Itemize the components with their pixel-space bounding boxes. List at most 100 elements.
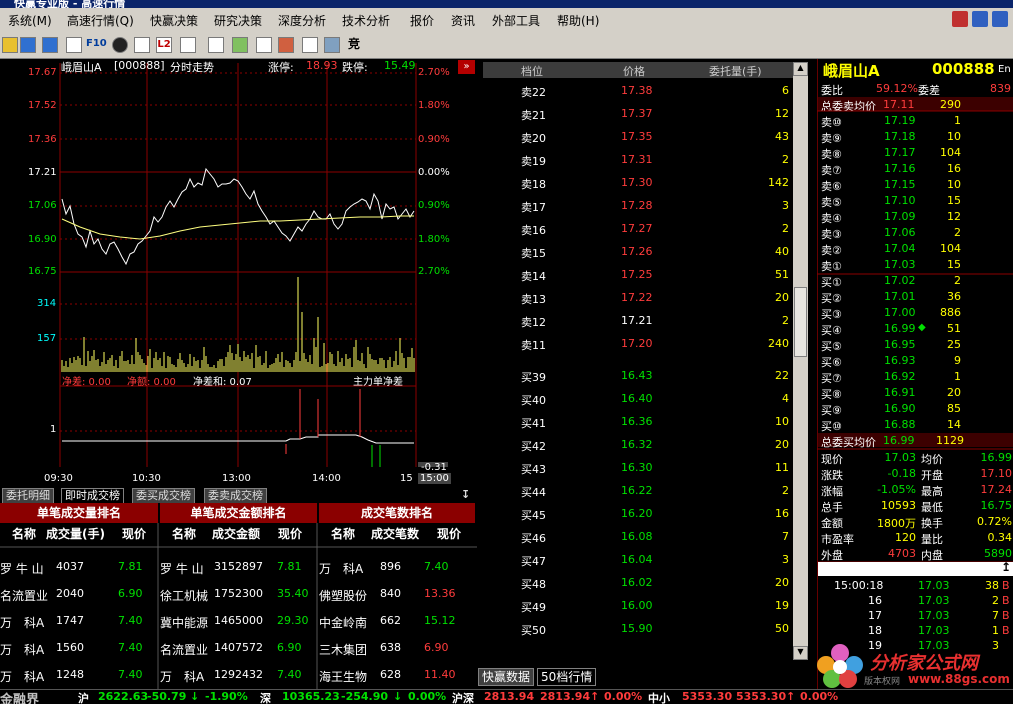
rank-cell-name[interactable]: 佛塑股份 bbox=[319, 587, 367, 604]
book-level[interactable]: 买49 bbox=[521, 599, 546, 615]
rank-cell-name[interactable]: 中金岭南 bbox=[319, 614, 367, 631]
scroll-up-icon[interactable]: ▲ bbox=[793, 62, 808, 76]
book-level[interactable]: 卖14 bbox=[521, 268, 546, 284]
f10-button[interactable]: F10 bbox=[86, 37, 107, 53]
bar-chart-icon[interactable] bbox=[232, 37, 248, 53]
book-level[interactable]: 卖16 bbox=[521, 222, 546, 238]
cube-icon[interactable] bbox=[278, 37, 294, 53]
book-level[interactable]: 买42 bbox=[521, 438, 546, 454]
price-label: 17.06 bbox=[28, 200, 57, 211]
rank-cell-value: 3152897 bbox=[214, 560, 263, 573]
time-label-current: 15:00 bbox=[418, 473, 451, 484]
book-volume: 20 bbox=[775, 438, 789, 451]
book-level[interactable]: 买50 bbox=[521, 622, 546, 638]
collapse-arrow-icon[interactable]: ↧ bbox=[458, 488, 474, 503]
rank-cell-price: 7.81 bbox=[118, 560, 143, 573]
l2-button[interactable]: L2 bbox=[156, 37, 172, 53]
book-level[interactable]: 买45 bbox=[521, 507, 546, 523]
minimize-icon[interactable] bbox=[972, 11, 988, 27]
rank-cell-name[interactable]: 徐工机械 bbox=[160, 587, 208, 604]
menu-news[interactable]: 资讯 bbox=[451, 12, 475, 29]
line-chart-icon[interactable] bbox=[208, 37, 224, 53]
rank-cell-name[interactable]: 万 科A bbox=[319, 560, 363, 577]
toolbar: F10 L2 竞 bbox=[0, 32, 1013, 59]
book-level[interactable]: 卖20 bbox=[521, 130, 546, 146]
jing-button[interactable]: 竞 bbox=[346, 37, 362, 53]
rank-cell-name[interactable]: 万 科A bbox=[0, 641, 44, 658]
scroll-thumb[interactable] bbox=[794, 287, 807, 357]
order-book-scrollbar[interactable]: ▲ ▼ bbox=[793, 62, 808, 660]
grid-icon[interactable] bbox=[42, 37, 58, 53]
menu-technical[interactable]: 技术分析 bbox=[342, 12, 390, 29]
menu-deep-analysis[interactable]: 深度分析 bbox=[278, 12, 326, 29]
menu-quote-list[interactable]: 报价 bbox=[410, 12, 434, 29]
chart-expand-button[interactable]: » bbox=[458, 60, 475, 74]
book-price: 16.00 bbox=[621, 599, 653, 612]
chart-icon[interactable] bbox=[20, 37, 36, 53]
book-level[interactable]: 卖17 bbox=[521, 199, 546, 215]
chart-header: 峨眉山A [000888] 分时走势 涨停: 18.93 跌停: 15.49 bbox=[0, 59, 477, 74]
book-level[interactable]: 卖21 bbox=[521, 107, 546, 123]
table-icon[interactable] bbox=[180, 37, 196, 53]
tab-order-detail[interactable]: 委托明细 bbox=[2, 488, 54, 503]
rank-cell-name[interactable]: 海王生物 bbox=[319, 668, 367, 685]
rank-cell-name[interactable]: 万 科A bbox=[160, 668, 204, 685]
rank-cell-name[interactable]: 罗 牛 山 bbox=[160, 560, 204, 577]
menu-quotes[interactable]: 高速行情(Q) bbox=[67, 12, 134, 29]
book-level[interactable]: 卖13 bbox=[521, 291, 546, 307]
list-icon[interactable] bbox=[66, 37, 82, 53]
book-volume: 12 bbox=[775, 107, 789, 120]
rank-cell-price: 35.40 bbox=[277, 587, 309, 600]
book-level[interactable]: 买46 bbox=[521, 530, 546, 546]
close-icon[interactable] bbox=[992, 11, 1008, 27]
book-price: 17.37 bbox=[621, 107, 653, 120]
tab-instant-deals[interactable]: 即时成交榜 bbox=[61, 488, 124, 503]
rank-cell-name[interactable]: 冀中能源 bbox=[160, 614, 208, 631]
sz-index: 10365.23 bbox=[282, 690, 340, 703]
scroll-down-icon[interactable]: ▼ bbox=[793, 646, 808, 660]
tab-kuaiying-data[interactable]: 快赢数据 bbox=[478, 668, 535, 686]
book-level[interactable]: 买40 bbox=[521, 392, 546, 408]
ticks-up-arrow-icon[interactable]: ↥ bbox=[1001, 560, 1011, 574]
rank-cell-name[interactable]: 名流置业 bbox=[160, 641, 208, 658]
monitor-icon[interactable] bbox=[324, 37, 340, 53]
book-level[interactable]: 买39 bbox=[521, 369, 546, 385]
rank-cell-name[interactable]: 三木集团 bbox=[319, 641, 367, 658]
matrix-icon[interactable] bbox=[256, 37, 272, 53]
tab-sell-deals[interactable]: 委卖成交榜 bbox=[204, 488, 267, 503]
menu-research[interactable]: 研究决策 bbox=[214, 12, 262, 29]
tab-buy-deals[interactable]: 委买成交榜 bbox=[132, 488, 195, 503]
book-level[interactable]: 买47 bbox=[521, 553, 546, 569]
book-level[interactable]: 买44 bbox=[521, 484, 546, 500]
book-level[interactable]: 买43 bbox=[521, 461, 546, 477]
book-level[interactable]: 卖18 bbox=[521, 176, 546, 192]
rank-cell-name[interactable]: 罗 牛 山 bbox=[0, 560, 44, 577]
menu-system[interactable]: 系统(M) bbox=[8, 12, 52, 29]
exit-icon[interactable] bbox=[952, 11, 968, 27]
tab-50-level[interactable]: 50档行情 bbox=[537, 668, 597, 686]
book-level[interactable]: 卖11 bbox=[521, 337, 546, 353]
folder-icon[interactable] bbox=[2, 37, 18, 53]
rank-cell-name[interactable]: 万 科A bbox=[0, 614, 44, 631]
menu-help[interactable]: 帮助(H) bbox=[557, 12, 599, 29]
rank-cell-name[interactable]: 名流置业 bbox=[0, 587, 48, 604]
ranking-grid bbox=[0, 523, 477, 689]
book-level[interactable]: 卖19 bbox=[521, 153, 546, 169]
book-level[interactable]: 卖12 bbox=[521, 314, 546, 330]
filter-icon[interactable] bbox=[302, 37, 318, 53]
book-level[interactable]: 买48 bbox=[521, 576, 546, 592]
intraday-chart bbox=[0, 59, 477, 475]
sh-change: -50.79 bbox=[147, 690, 187, 703]
zx-up-icon: ↑ bbox=[786, 690, 796, 703]
rank-cell-name[interactable]: 万 科A bbox=[0, 668, 44, 685]
book-level[interactable]: 卖22 bbox=[521, 84, 546, 100]
menu-kuaiying[interactable]: 快赢决策 bbox=[150, 12, 198, 29]
report-icon[interactable] bbox=[134, 37, 150, 53]
book-level[interactable]: 买41 bbox=[521, 415, 546, 431]
ball-icon[interactable] bbox=[112, 37, 128, 53]
price-label: 17.67 bbox=[28, 67, 57, 78]
book-level[interactable]: 卖15 bbox=[521, 245, 546, 261]
time-label: 13:00 bbox=[222, 473, 251, 484]
menu-tools[interactable]: 外部工具 bbox=[492, 12, 540, 29]
rank-cell-value: 2040 bbox=[56, 587, 84, 600]
